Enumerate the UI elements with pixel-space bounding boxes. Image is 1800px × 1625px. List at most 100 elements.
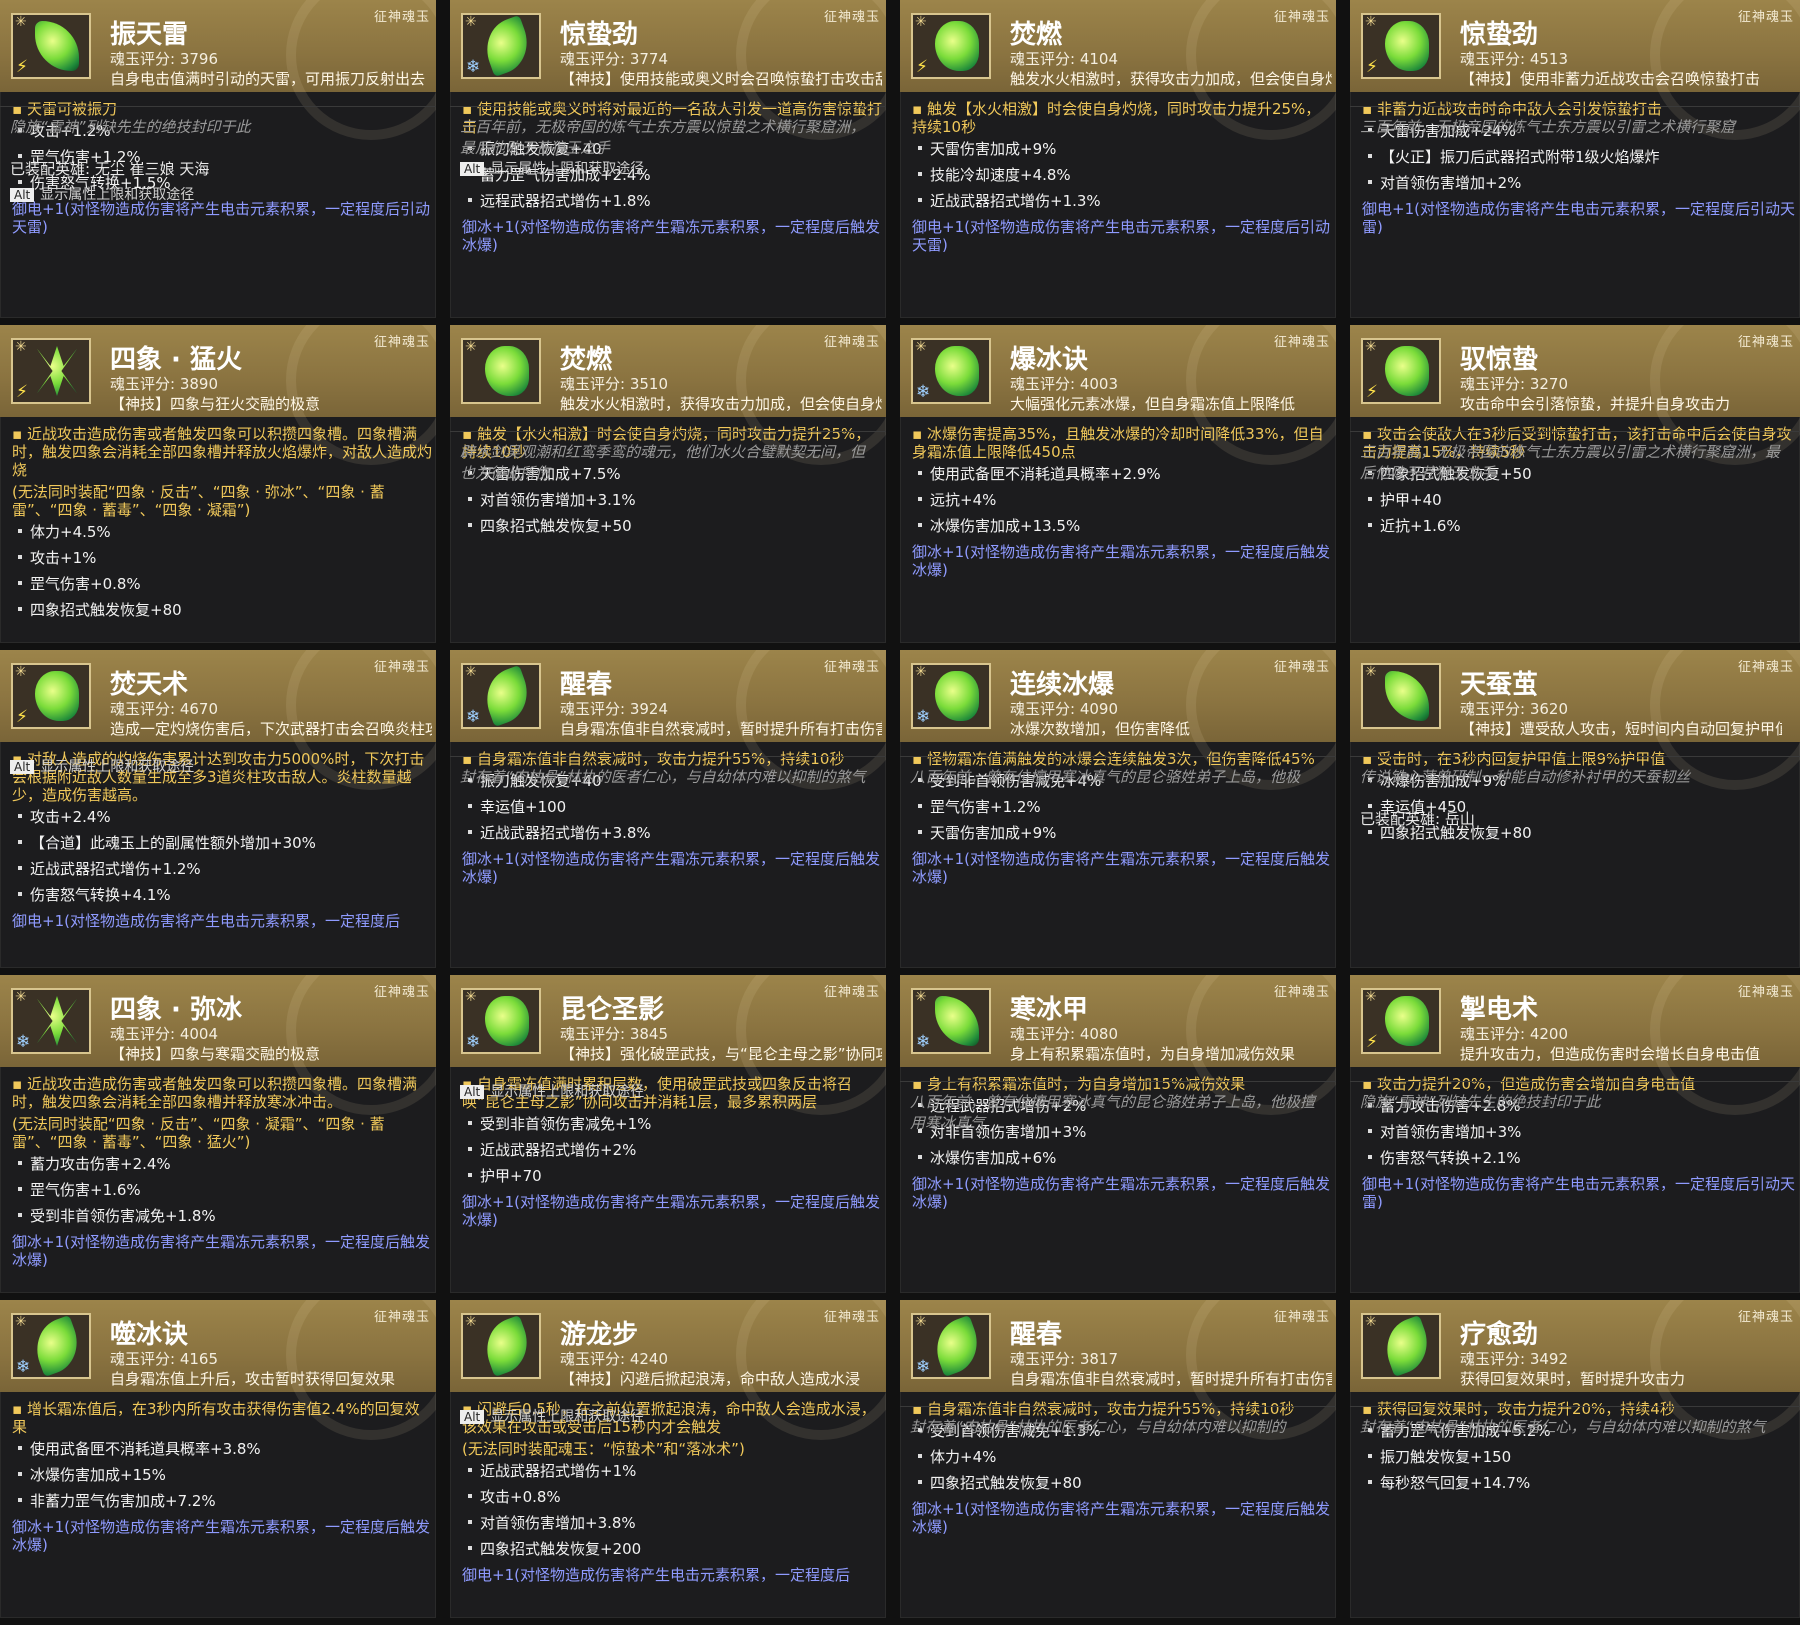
jade-short-desc: 提升攻击力，但造成伤害时会增长自身电击值 bbox=[1460, 1045, 1761, 1063]
jade-score: 魂玉评分: 3817 bbox=[1010, 1350, 1118, 1368]
soul-jade-tooltip-card[interactable]: 征神魂玉 ✳ ⚡ 惊蛰劲 魂玉评分: 4513 【神技】使用非蓄力近战攻击会召唤惊蛰打击 ▪… bbox=[1350, 0, 1800, 318]
soul-jade-tooltip-card[interactable]: 征神魂玉 ✳ ❄ 爆冰诀 魂玉评分: 4003 大幅强化元素冰爆，但自身霜冻值上限降低 ▪ … bbox=[900, 325, 1336, 643]
rarity-mark-icon: ✳ bbox=[15, 1314, 27, 1330]
tooltip-body: ▪ 增长霜冻值后，在3秒内所有攻击获得伤害值2.4%的回复效果 使用武备匣不消耗道… bbox=[12, 1400, 432, 1560]
jade-gem-icon bbox=[27, 1314, 87, 1378]
rarity-mark-icon: ✳ bbox=[465, 14, 477, 30]
main-effect-text: 近战攻击造成伤害或者触发四象可以积攒四象槽。四象槽满时，触发四象会消耗全部四象槽… bbox=[12, 425, 433, 479]
soul-jade-tooltip-card[interactable]: 征神魂玉 ✳ ❄ 昆仑圣影 魂玉评分: 3845 【神技】强化破罡武技，与“昆仑主母之影”… bbox=[450, 975, 886, 1293]
bullet-icon bbox=[18, 555, 22, 559]
stat-text: 受到非首领伤害减免+1.8% bbox=[30, 1207, 216, 1225]
element-bonus: 御冰+1(对怪物造成伤害将产生霜冻元素积累，一定程度后触发冰爆) bbox=[12, 1233, 430, 1269]
stat-text: 蓄力攻击伤害+2.4% bbox=[30, 1155, 171, 1173]
stat-line: 远抗+4% bbox=[912, 491, 1332, 509]
stat-text: 护甲+40 bbox=[1380, 491, 1442, 509]
soul-jade-tooltip-card[interactable]: 征神魂玉 ✳ ⚡ 焚燃 魂玉评分: 4104 触发水火相激时，获得攻击力加成，但会使自身灼… bbox=[900, 0, 1336, 318]
jade-icon-frame: ✳ ⚡ bbox=[1361, 13, 1441, 79]
soul-jade-tooltip-card[interactable]: 征神魂玉 ✳ ❄ 连续冰爆 魂玉评分: 4090 冰爆次数增加，但伤害降低 ▪ 怪物霜冻值满… bbox=[900, 650, 1336, 968]
lore-text: 八百年前，曾有位擅用寒冰真气的昆仑骆姓弟子上岛，他极擅用寒冰真气 bbox=[900, 1081, 1336, 1140]
jade-gem-icon bbox=[477, 1314, 537, 1378]
stat-text: 罡气伤害+0.8% bbox=[30, 575, 141, 593]
stat-line: 每秒怒气回复+14.7% bbox=[1362, 1474, 1796, 1492]
element-bonus: 御冰+1(对怪物造成伤害将产生霜冻元素积累，一定程度后触发冰爆) bbox=[912, 1175, 1330, 1211]
jade-gem-icon bbox=[477, 14, 537, 78]
jade-icon-frame: ✳ ❄ bbox=[461, 988, 541, 1054]
lore-text: 三百年前，无极帝国的炼气士东方震以引雷之术横行聚窟洲，最后他败于苍狼王之手 bbox=[1350, 431, 1800, 490]
bullet-icon bbox=[468, 830, 472, 834]
bullet-icon bbox=[468, 198, 472, 202]
soul-jade-tooltip-card[interactable]: 征神魂玉 ✳ ❄ 噬冰诀 魂玉评分: 4165 自身霜冻值上升后，攻击暂时获得回复效果 ▪ … bbox=[0, 1300, 436, 1618]
stat-line: 体力+4.5% bbox=[12, 523, 432, 541]
soul-jade-tooltip-card[interactable]: 征神魂玉 ✳ ❄ 四象 · 弥冰 魂玉评分: 4004 【神技】四象与寒霜交融的极意 ▪ 近… bbox=[0, 975, 436, 1293]
stat-line: 振刀触发恢复+150 bbox=[1362, 1448, 1796, 1466]
lore-text: 隐族“雷神”列缺先生的绝技封印于此 bbox=[0, 106, 436, 144]
jade-short-desc: 攻击命中会引落惊蛰，并提升自身攻击力 bbox=[1460, 395, 1731, 413]
soul-jade-tooltip-card[interactable]: 征神魂玉 ✳ 疗愈劲 魂玉评分: 3492 获得回复效果时，暂时提升攻击力 ▪ 获得回复效… bbox=[1350, 1300, 1800, 1618]
soul-jade-tooltip-card[interactable]: 征神魂玉 ✳ ⚡ 掣电术 魂玉评分: 4200 提升攻击力，但造成伤害时会增长自身电击值 ▪… bbox=[1350, 975, 1800, 1293]
bullet-icon: ▪ bbox=[912, 100, 927, 118]
jade-icon-frame: ✳ ❄ bbox=[11, 1313, 91, 1379]
soul-jade-tooltip-card[interactable]: 征神魂玉 ✳ 天蚕茧 魂玉评分: 3620 【神技】遭受敌人攻击，短时间内自动回复护甲值… bbox=[1350, 650, 1800, 968]
soul-jade-tooltip-card[interactable]: 征神魂玉 ✳ ⚡ 驭惊蛰 魂玉评分: 3270 攻击命中会引落惊蛰，并提升自身攻击力 ▪ 攻… bbox=[1350, 325, 1800, 643]
stat-text: 冰爆伤害加成+6% bbox=[930, 1149, 1057, 1167]
soul-jade-tooltip-card[interactable]: 征神魂玉 ✳ ⚡ 振天雷 魂玉评分: 3796 自身电击值满时引动的天雷，可用振刀反射出去… bbox=[0, 0, 436, 318]
alt-hint-text: 显示属性上限和获取途径 bbox=[490, 1084, 645, 1100]
stat-line: 对首领伤害增加+3% bbox=[1362, 1123, 1796, 1141]
bullet-icon bbox=[18, 840, 22, 844]
jade-name: 连续冰爆 bbox=[1010, 670, 1115, 700]
soul-jade-tooltip-card[interactable]: 征神魂玉 ✳ 焚燃 魂玉评分: 3510 触发水火相激时，获得攻击力加成，但会使自身灼烧… bbox=[450, 325, 886, 643]
tooltip-header: 征神魂玉 ✳ ❄ 四象 · 弥冰 魂玉评分: 4004 【神技】四象与寒霜交融的极意 bbox=[0, 975, 436, 1115]
jade-short-desc: 造成一定灼烧伤害后，下次武器打击会召唤炎柱攻击敌人 bbox=[110, 720, 432, 738]
ice-element-icon: ❄ bbox=[466, 57, 481, 77]
jade-name: 惊蛰劲 bbox=[560, 20, 639, 50]
stat-line: 近战武器招式增伤+1.3% bbox=[912, 192, 1332, 210]
jade-score: 魂玉评分: 4003 bbox=[1010, 375, 1118, 393]
jade-short-desc: 自身霜冻值上升后，攻击暂时获得回复效果 bbox=[110, 1370, 396, 1388]
stat-text: 攻击+1% bbox=[30, 549, 97, 567]
tooltip-body: ▪ 闪避后0.5秒，在之前位置掀起浪涛，命中敌人会造成水浸，该效果在攻击或受击后… bbox=[462, 1400, 882, 1590]
stat-text: 天雷伤害加成+9% bbox=[930, 140, 1057, 158]
soul-jade-tooltip-card[interactable]: 征神魂玉 ✳ ⚡ 四象 · 猛火 魂玉评分: 3890 【神技】四象与狂火交融的极意 ▪ 近… bbox=[0, 325, 436, 643]
exclusion-note: (无法同时装配“四象 · 反击”、“四象 · 凝霜”、“四象 · 蓄雷”、“四象… bbox=[12, 1115, 385, 1151]
alt-hint-text: 显示属性上限和获取途径 bbox=[490, 1409, 645, 1425]
soul-jade-tooltip-card[interactable]: 征神魂玉 ✳ ❄ 醒春 魂玉评分: 3924 自身霜冻值非自然衰减时，暂时提升所有打击伤害… bbox=[450, 650, 886, 968]
bullet-icon bbox=[468, 1546, 472, 1550]
stat-line: 近战武器招式增伤+3.8% bbox=[462, 824, 882, 842]
stat-line: 对首领伤害增加+3.1% bbox=[462, 491, 882, 509]
bullet-icon: ▪ bbox=[12, 1400, 27, 1418]
stat-line: 受到非首领伤害减免+1.8% bbox=[12, 1207, 432, 1225]
main-effect: ▪ 触发【水火相激】时会使自身灼烧，同时攻击力提升25%，持续10秒 bbox=[912, 100, 1332, 136]
thunder-element-icon: ⚡ bbox=[1366, 57, 1378, 77]
stat-text: 体力+4% bbox=[930, 1448, 997, 1466]
jade-score: 魂玉评分: 3924 bbox=[560, 700, 668, 718]
soul-jade-tooltip-card[interactable]: 征神魂玉 ✳ ❄ 惊蛰劲 魂玉评分: 3774 【神技】使用技能或奥义时会召唤惊蛰打击攻击… bbox=[450, 0, 886, 318]
bullet-icon bbox=[1368, 1155, 1372, 1159]
alt-hint-text: 显示属性上限和获取途径 bbox=[40, 759, 195, 775]
screenshot-collage: 征神魂玉 ✳ ⚡ 振天雷 魂玉评分: 3796 自身电击值满时引动的天雷，可用振刀反射出去… bbox=[0, 0, 1800, 1625]
soul-jade-tooltip-card[interactable]: 征神魂玉 ✳ ⚡ 焚天术 魂玉评分: 4670 造成一定灼烧伤害后，下次武器打击会召唤炎柱… bbox=[0, 650, 436, 968]
jade-gem-icon bbox=[935, 996, 979, 1046]
stat-text: 使用武备匣不消耗道具概率+2.9% bbox=[930, 465, 1161, 483]
stat-line: 四象招式触发恢复+50 bbox=[462, 517, 882, 535]
bullet-icon bbox=[1368, 1454, 1372, 1458]
stat-line: 四象招式触发恢复+80 bbox=[912, 1474, 1332, 1492]
stat-text: 冰爆伤害加成+13.5% bbox=[930, 517, 1081, 535]
stat-line: 对首领伤害增加+2% bbox=[1362, 174, 1796, 192]
soul-jade-tooltip-card[interactable]: 征神魂玉 ✳ ❄ 醒春 魂玉评分: 3817 自身霜冻值非自然衰减时，暂时提升所有打击伤害… bbox=[900, 1300, 1336, 1618]
jade-score: 魂玉评分: 3774 bbox=[560, 50, 668, 68]
bullet-icon bbox=[18, 529, 22, 533]
soul-jade-tooltip-card[interactable]: 征神魂玉 ✳ ❄ 寒冰甲 魂玉评分: 4080 身上有积累霜冻值时，为自身增加减伤效果 ▪ … bbox=[900, 975, 1336, 1293]
jade-short-desc: 【神技】使用非蓄力近战攻击会召唤惊蛰打击 bbox=[1460, 70, 1761, 88]
stat-text: 近战武器招式增伤+2% bbox=[480, 1141, 637, 1159]
rarity-mark-icon: ✳ bbox=[15, 664, 27, 680]
jade-icon-frame: ✳ ⚡ bbox=[1361, 338, 1441, 404]
category-label: 征神魂玉 bbox=[1273, 985, 1330, 1000]
jade-score: 魂玉评分: 3620 bbox=[1460, 700, 1568, 718]
tooltip-body: ▪ 触发【水火相激】时会使自身灼烧，同时攻击力提升25%，持续10秒天雷伤害加成… bbox=[912, 100, 1332, 260]
thunder-element-icon: ⚡ bbox=[916, 57, 928, 77]
stat-text: 【合道】此魂玉上的副属性额外增加+30% bbox=[30, 834, 316, 852]
category-label: 征神魂玉 bbox=[823, 660, 880, 675]
rarity-mark-icon: ✳ bbox=[1365, 1314, 1377, 1330]
soul-jade-tooltip-card[interactable]: 征神魂玉 ✳ 游龙步 魂玉评分: 4240 【神技】闪避后掀起浪涛，命中敌人造成水浸 ▪ … bbox=[450, 1300, 886, 1618]
jade-short-desc: 身上有积累霜冻值时，为自身增加减伤效果 bbox=[1010, 1045, 1296, 1063]
